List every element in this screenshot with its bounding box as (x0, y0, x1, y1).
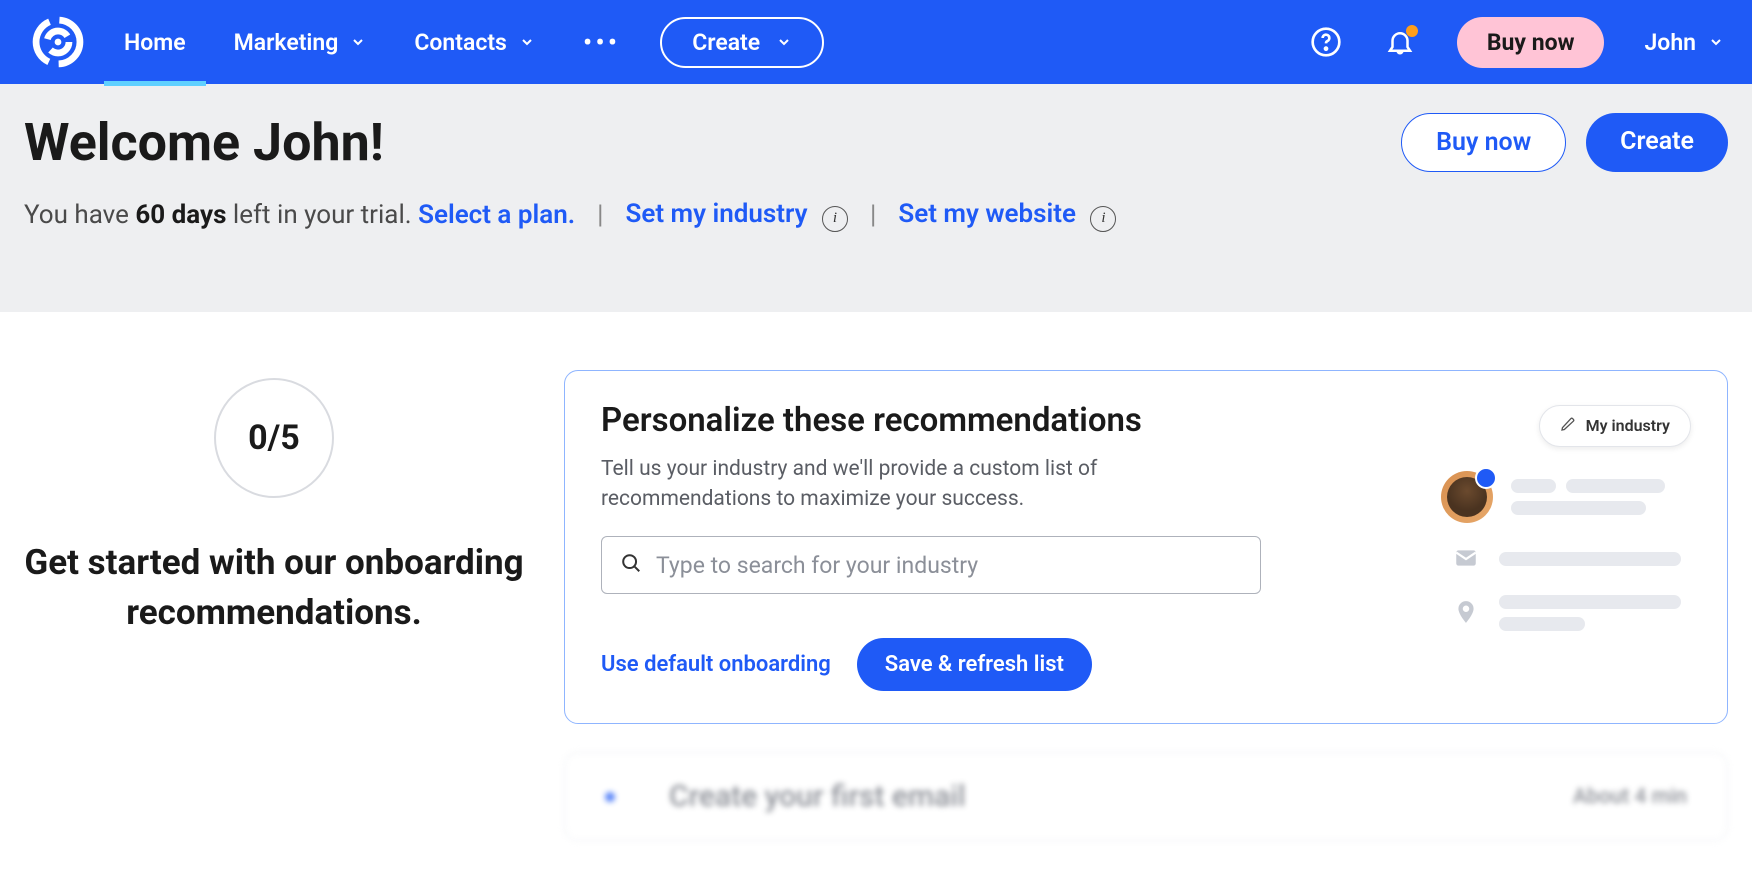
divider: | (870, 200, 876, 230)
header-create-button[interactable]: Create (1586, 113, 1728, 172)
set-industry-link[interactable]: Set my industry (625, 199, 807, 229)
pencil-icon (1560, 416, 1576, 436)
use-default-link[interactable]: Use default onboarding (601, 652, 831, 677)
user-name-label: John (1644, 29, 1696, 56)
nav-create-label: Create (692, 29, 760, 56)
info-icon[interactable]: i (1090, 206, 1116, 232)
buy-now-button[interactable]: Buy now (1457, 17, 1605, 68)
main-content: 0/5 Get started with our onboarding reco… (0, 312, 1752, 842)
notification-dot-icon (1406, 25, 1418, 37)
card-title: Personalize these recommendations (601, 401, 1401, 440)
profile-placeholder (1441, 447, 1691, 631)
select-plan-link[interactable]: Select a plan. (418, 200, 575, 230)
search-icon (620, 552, 642, 578)
avatar (1441, 471, 1493, 523)
onboarding-side: 0/5 Get started with our onboarding reco… (24, 370, 524, 842)
header-buy-now-button[interactable]: Buy now (1401, 113, 1566, 172)
industry-search-input[interactable] (656, 552, 1242, 579)
progress-indicator: 0/5 (214, 378, 334, 498)
nav-create-button[interactable]: Create (660, 17, 824, 68)
onboarding-heading: Get started with our onboarding recommen… (24, 538, 524, 640)
help-icon[interactable] (1309, 25, 1343, 59)
next-onboarding-item[interactable]: Create your first email About 4 min (564, 752, 1728, 841)
nav-more-icon[interactable]: ••• (583, 26, 620, 59)
info-icon[interactable]: i (822, 206, 848, 232)
trial-status-text: You have 60 days left in your trial. Sel… (24, 200, 575, 230)
buy-now-label: Buy now (1487, 29, 1575, 56)
chevron-down-icon (519, 34, 535, 50)
nav-contacts-label: Contacts (414, 29, 507, 56)
nav-contacts[interactable]: Contacts (414, 1, 535, 84)
my-industry-pill[interactable]: My industry (1539, 405, 1691, 447)
top-navbar: Home Marketing Contacts ••• Create (0, 0, 1752, 84)
personalize-card: Personalize these recommendations Tell u… (564, 370, 1728, 725)
chevron-down-icon (776, 34, 792, 50)
save-refresh-button[interactable]: Save & refresh list (857, 638, 1092, 691)
chevron-down-icon (1708, 34, 1724, 50)
nav-marketing[interactable]: Marketing (234, 1, 367, 84)
nav-home[interactable]: Home (124, 1, 186, 84)
page-header: Welcome John! Buy now Create You have 60… (0, 84, 1752, 312)
user-menu[interactable]: John (1644, 29, 1724, 56)
page-title: Welcome John! (24, 112, 384, 173)
nav-marketing-label: Marketing (234, 29, 339, 56)
notifications-icon[interactable] (1383, 25, 1417, 59)
next-item-time: About 4 min (1573, 785, 1687, 809)
chevron-down-icon (350, 34, 366, 50)
next-item-title: Create your first email (669, 779, 1573, 814)
set-website-link[interactable]: Set my website (898, 199, 1076, 229)
industry-search-field[interactable] (601, 536, 1261, 594)
location-icon (1453, 599, 1481, 627)
mail-icon (1453, 545, 1481, 573)
card-description: Tell us your industry and we'll provide … (601, 454, 1161, 515)
app-logo[interactable] (28, 12, 88, 72)
nav-home-label: Home (124, 29, 186, 56)
divider: | (597, 200, 603, 230)
bullet-icon (605, 792, 615, 802)
